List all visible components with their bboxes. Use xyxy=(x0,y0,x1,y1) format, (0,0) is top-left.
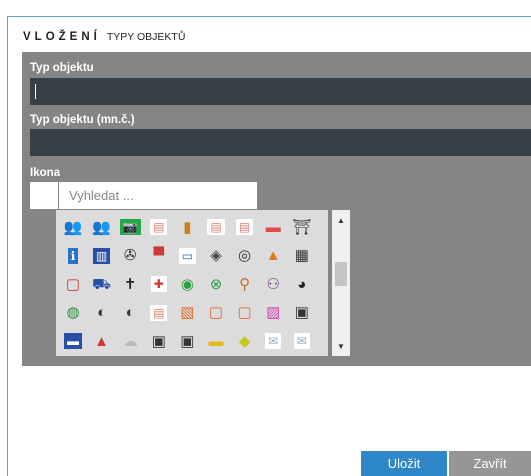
roll-icon[interactable]: ◐ xyxy=(117,300,143,326)
screen-icon[interactable]: ▭ xyxy=(174,243,200,269)
dialog-title-main: VLOŽENÍ xyxy=(23,31,101,43)
note-icon[interactable]: ▤ xyxy=(232,214,258,240)
bus-icon[interactable]: ▣ xyxy=(289,300,315,326)
dialog-title-sub: TYPY OBJEKTŮ xyxy=(106,31,186,43)
tag-icon[interactable]: ▣ xyxy=(174,328,200,354)
type-label: Typ objektu xyxy=(30,62,94,74)
scroll-up-arrow-icon[interactable]: ▲ xyxy=(332,212,350,228)
close-button[interactable]: Zavřít xyxy=(449,451,531,476)
type-plural-input[interactable] xyxy=(30,129,531,156)
tray-icon[interactable]: ◈ xyxy=(203,243,229,269)
ring-icon[interactable]: ◉ xyxy=(174,271,200,297)
red-flag-icon[interactable]: ▬ xyxy=(260,214,286,240)
type-input[interactable] xyxy=(30,78,531,105)
chart-icon[interactable]: ▮ xyxy=(174,214,200,240)
pin-icon[interactable]: ⚲ xyxy=(232,271,258,297)
mask-icon[interactable]: ◕ xyxy=(289,271,315,297)
roll-icon[interactable]: ◐ xyxy=(89,300,115,326)
selected-icon-preview[interactable] xyxy=(30,182,58,209)
text-caret xyxy=(35,84,36,99)
dialog-title: VLOŽENÍ TYPY OBJEKTŮ xyxy=(23,31,185,43)
no-entry-icon[interactable]: ⊗ xyxy=(203,271,229,297)
note-icon[interactable]: ▤ xyxy=(203,214,229,240)
ticket-icon[interactable]: ▢ xyxy=(60,271,86,297)
icon-label: Ikona xyxy=(30,167,61,179)
icon-search-input[interactable] xyxy=(59,182,257,209)
frame-icon[interactable]: ▢ xyxy=(203,300,229,326)
first-aid-icon[interactable]: ✚ xyxy=(146,271,172,297)
form-panel: Typ objektu Typ objektu (mn.č.) Ikona 👥👥… xyxy=(22,52,531,366)
stripes-icon[interactable]: ▨ xyxy=(260,300,286,326)
star-icon[interactable]: ◆ xyxy=(232,328,258,354)
tag-icon[interactable]: ▣ xyxy=(146,328,172,354)
people-icon[interactable]: 👥 xyxy=(89,214,115,240)
mail-icon[interactable]: ✉ xyxy=(260,328,286,354)
pump-icon[interactable]: ◍ xyxy=(60,300,86,326)
scroll-down-arrow-icon[interactable]: ▼ xyxy=(332,338,350,354)
family-icon[interactable]: ⚇ xyxy=(260,271,286,297)
hatch-icon[interactable]: ▧ xyxy=(174,300,200,326)
frame-icon[interactable]: ▢ xyxy=(232,300,258,326)
info-icon[interactable]: ℹ xyxy=(60,243,86,269)
film-icon[interactable]: ✇ xyxy=(117,243,143,269)
folder-icon[interactable]: ▬ xyxy=(203,328,229,354)
mail-icon[interactable]: ✉ xyxy=(289,328,315,354)
type-plural-label: Typ objektu (mn.č.) xyxy=(30,114,135,126)
people-icon[interactable]: 👥 xyxy=(60,214,86,240)
cross-icon[interactable]: ✝ xyxy=(117,271,143,297)
icon-grid-scrollbar[interactable]: ▲ ▼ xyxy=(332,210,350,356)
barcode-icon[interactable]: ▦ xyxy=(289,243,315,269)
note-icon[interactable]: ▤ xyxy=(146,214,172,240)
tires-icon[interactable]: ◎ xyxy=(232,243,258,269)
id-card-icon[interactable]: ▬ xyxy=(60,328,86,354)
icon-picker-grid: 👥 👥 📷 ▤ ▮ ▤ ▤ ▬ ⛩ ℹ ▥ ✇ ▀ ▭ ◈ ◎ ▲ ▦ ▢ ⛟ ✝ ✚ ◉ ⊗ ⚲ ⚇ ◕ ◍ ◐ ◐ ▤ ▧ ▢ ▢ ▨ ▣ ▬ ▲ ☁ ▣… xyxy=(56,210,328,356)
gate-icon[interactable]: ⛩ xyxy=(289,214,315,240)
cone-icon[interactable]: ▲ xyxy=(260,243,286,269)
cloud-icon[interactable]: ☁ xyxy=(117,328,143,354)
scrollbar-thumb[interactable] xyxy=(335,262,347,286)
insert-dialog: VLOŽENÍ TYPY OBJEKTŮ Typ objektu Typ obje… xyxy=(7,16,531,476)
cart-icon[interactable]: ⛟ xyxy=(89,271,115,297)
save-button[interactable]: Uložit xyxy=(361,451,447,476)
tractor-icon[interactable]: ▀ xyxy=(146,243,172,269)
rocket-icon[interactable]: ▲ xyxy=(89,328,115,354)
camera-icon[interactable]: 📷 xyxy=(117,214,143,240)
note-icon[interactable]: ▤ xyxy=(146,300,172,326)
building-icon[interactable]: ▥ xyxy=(89,243,115,269)
